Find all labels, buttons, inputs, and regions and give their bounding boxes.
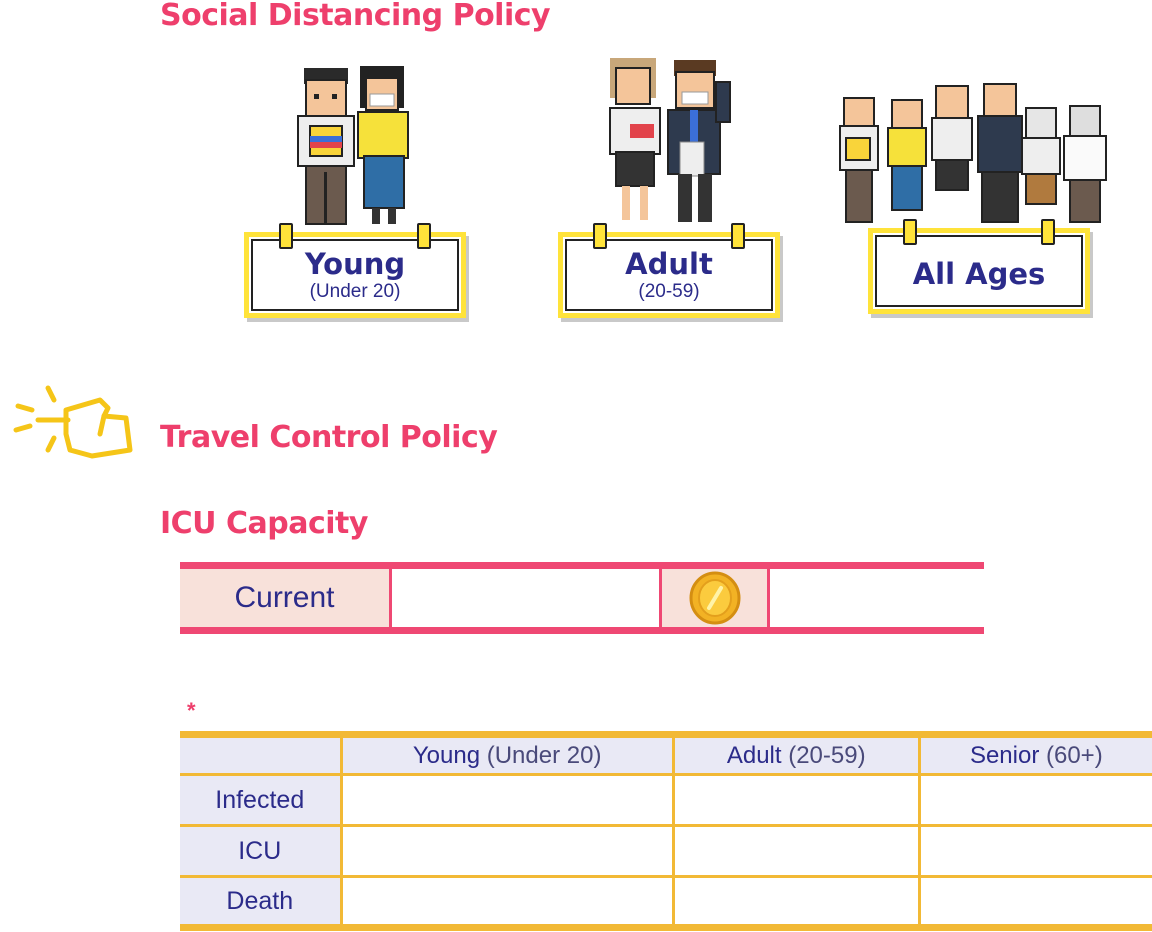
age-group-label: Young [304, 247, 406, 281]
table-cell [917, 824, 1152, 878]
footnote-marker: * [187, 698, 196, 723]
column-range: (Under 20) [486, 741, 602, 769]
age-group-adult[interactable]: Adult (20-59) [552, 52, 784, 322]
icu-capacity-bar: Current [180, 562, 984, 634]
age-group-label: All Ages [912, 257, 1046, 291]
table-row: Death [180, 875, 1152, 931]
table-cell [339, 773, 675, 827]
table-cell [671, 824, 921, 878]
table-header-row: Young (Under 20) Adult (20-59) Senior (6… [180, 731, 1152, 776]
column-label: Young [412, 741, 481, 769]
column-header-adult: Adult (20-59) [671, 731, 921, 776]
young-people-illustration [297, 66, 409, 225]
table-row: Infected [180, 773, 1152, 827]
column-range: (60+) [1045, 741, 1103, 769]
row-label-icu: ICU [180, 824, 343, 878]
table-cell [339, 824, 675, 878]
row-label-death: Death [180, 875, 343, 931]
column-label: Adult [726, 741, 782, 769]
sign-clip [731, 223, 745, 249]
pointing-hand-icon [13, 385, 133, 459]
age-group-range: (Under 20) [309, 281, 401, 302]
column-header-young: Young (Under 20) [339, 731, 675, 776]
adult-people-illustration [609, 58, 731, 222]
row-label-infected: Infected [180, 773, 343, 827]
adult-sign: Adult (20-59) [558, 223, 780, 318]
all-ages-sign: All Ages [868, 219, 1090, 314]
icu-capacity-title: ICU Capacity [160, 506, 368, 541]
age-group-all[interactable]: All Ages [834, 78, 1114, 318]
travel-control-title: Travel Control Policy [160, 420, 498, 455]
current-value-field [392, 569, 662, 627]
stats-table: Young (Under 20) Adult (20-59) Senior (6… [180, 731, 1152, 931]
sign-clip [417, 223, 431, 249]
table-cell [917, 875, 1152, 931]
table-cell [671, 875, 921, 931]
table-cell [339, 875, 675, 931]
age-group-young[interactable]: Young (Under 20) [240, 60, 472, 322]
all-ages-people-illustration [839, 83, 1107, 223]
current-label: Current [180, 569, 392, 627]
column-label: Senior [969, 741, 1040, 769]
coin-icon [689, 571, 740, 625]
social-distancing-title: Social Distancing Policy [160, 0, 551, 33]
young-sign: Young (Under 20) [244, 223, 466, 318]
table-cell [671, 773, 921, 827]
sign-clip [903, 219, 917, 245]
sign-clip [1041, 219, 1055, 245]
table-row: ICU [180, 824, 1152, 878]
column-range: (20-59) [788, 741, 866, 769]
age-group-range: (20-59) [638, 281, 700, 302]
table-cell [917, 773, 1152, 827]
column-header-senior: Senior (60+) [917, 731, 1152, 776]
sign-clip [279, 223, 293, 249]
age-group-label: Adult [625, 247, 713, 281]
coin-cell [662, 569, 770, 627]
table-corner-cell [180, 731, 343, 776]
coin-value-field [770, 569, 984, 627]
sign-clip [593, 223, 607, 249]
